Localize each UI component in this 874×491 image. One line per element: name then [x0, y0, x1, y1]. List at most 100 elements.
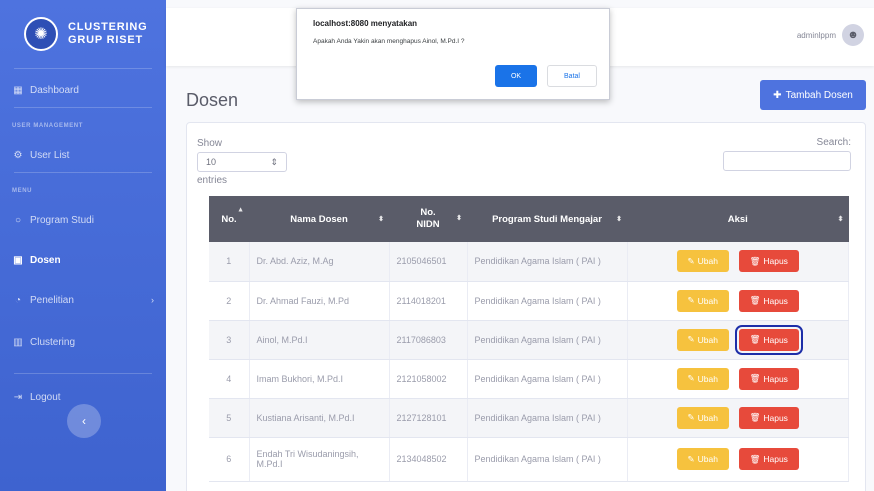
- edit-label: Ubah: [697, 373, 718, 384]
- delete-label: Hapus: [763, 295, 788, 306]
- delete-button-focused[interactable]: 🗑 Hapus: [734, 324, 803, 355]
- trash-icon: 🗑: [749, 255, 761, 266]
- sidebar-item-label: User List: [30, 149, 70, 161]
- cancel-button[interactable]: Batal: [547, 65, 597, 87]
- col-nama[interactable]: Nama Dosen ⬍: [249, 196, 389, 242]
- delete-button[interactable]: 🗑 Hapus: [738, 367, 799, 390]
- sidebar-item-user-list[interactable]: ⚙ User List: [0, 138, 166, 172]
- edit-button[interactable]: ✎ Ubah: [676, 328, 729, 351]
- cell-no: 2: [209, 281, 250, 321]
- delete-button[interactable]: 🗑 Hapus: [738, 448, 799, 470]
- edit-button[interactable]: ✎ Ubah: [676, 289, 729, 312]
- sidebar-item-penelitian[interactable]: ◔ Penelitian ›: [0, 283, 166, 317]
- cell-prodi: Pendidikan Agama Islam ( PAI ): [467, 359, 628, 399]
- cell-prodi: Pendidikan Agama Islam ( PAI ): [467, 281, 628, 321]
- sidebar-item-label: Logout: [30, 391, 61, 403]
- cell-nidn: 2121058002: [389, 359, 468, 399]
- sidebar-item-label: Program Studi: [30, 214, 94, 226]
- sort-icon: ⬍: [837, 216, 844, 223]
- sort-icon: ⬍: [378, 216, 384, 223]
- edit-icon: ✎: [687, 412, 695, 422]
- table-row: 4 Imam Bukhori, M.Pd.I 2121058002 Pendid…: [209, 359, 849, 399]
- add-dosen-button[interactable]: ✚ Tambah Dosen: [760, 80, 866, 110]
- chevron-left-icon: ‹: [82, 414, 86, 428]
- cell-nidn: 2114018201: [389, 281, 468, 321]
- edit-button[interactable]: ✎ Ubah: [676, 367, 729, 390]
- dialog-message: Apakah Anda Yakin akan menghapus Ainol, …: [313, 38, 465, 45]
- cell-nama: Kustiana Arisanti, M.Pd.I: [249, 398, 390, 438]
- col-label: Aksi: [727, 213, 748, 225]
- edit-label: Ubah: [697, 256, 718, 267]
- chart-bar-icon: ▥: [13, 336, 23, 348]
- cell-prodi: Pendidikan Agama Islam ( PAI ): [467, 437, 628, 482]
- sidebar-toggle-button[interactable]: ‹: [67, 404, 101, 438]
- col-nidn[interactable]: No. NIDN ⬍: [389, 196, 467, 242]
- brand-line1: CLUSTERING: [68, 21, 148, 33]
- sidebar-divider: [14, 107, 152, 108]
- table-row: 1 Dr. Abd. Aziz, M.Ag 2105046501 Pendidi…: [209, 242, 849, 282]
- cell-no: 3: [209, 320, 250, 360]
- delete-button[interactable]: 🗑 Hapus: [738, 250, 799, 273]
- cell-nidn: 2117086803: [389, 320, 468, 360]
- dosen-table: No. ▲ Nama Dosen ⬍ No. NIDN ⬍ Program St…: [209, 196, 849, 482]
- trash-icon: 🗑: [749, 373, 761, 383]
- cell-aksi: ✎ Ubah 🗑 Hapus: [627, 437, 849, 482]
- table-row: 2 Dr. Ahmad Fauzi, M.Pd 2114018201 Pendi…: [209, 281, 849, 321]
- delete-button[interactable]: 🗑 Hapus: [738, 289, 799, 312]
- col-prodi[interactable]: Program Studi Mengajar ⬍: [467, 196, 627, 242]
- sort-icon: ⬍: [456, 215, 462, 222]
- cell-no: 4: [209, 359, 250, 399]
- table-row: 5 Kustiana Arisanti, M.Pd.I 2127128101 P…: [209, 398, 849, 438]
- ok-button[interactable]: OK: [495, 65, 537, 87]
- col-no[interactable]: No. ▲: [209, 196, 249, 242]
- edit-button[interactable]: ✎ Ubah: [676, 406, 729, 429]
- add-dosen-label: Tambah Dosen: [785, 89, 853, 101]
- edit-label: Ubah: [697, 454, 718, 464]
- col-aksi[interactable]: Aksi ⬍: [627, 196, 849, 242]
- col-label: No.: [420, 207, 436, 218]
- sidebar-item-program-studi[interactable]: ○ Program Studi: [0, 203, 166, 237]
- trash-icon: 🗑: [749, 334, 761, 344]
- user-dropdown[interactable]: adminlppm ☻: [797, 24, 864, 46]
- confirm-dialog: localhost:8080 menyatakan Apakah Anda Ya…: [296, 8, 610, 100]
- delete-label: Hapus: [763, 454, 788, 464]
- delete-label: Hapus: [763, 412, 788, 423]
- cell-nidn: 2105046501: [389, 242, 468, 282]
- search-control: Search:: [723, 137, 851, 171]
- cell-nidn: 2134048502: [389, 437, 468, 482]
- cell-aksi: ✎ Ubah 🗑 Hapus: [627, 242, 849, 282]
- user-icon: ☻: [847, 29, 859, 41]
- cell-prodi: Pendidikan Agama Islam ( PAI ): [467, 398, 628, 438]
- cell-aksi: ✎ Ubah 🗑 Hapus: [627, 281, 849, 321]
- trash-icon: 🗑: [749, 412, 761, 422]
- sidebar-item-dosen[interactable]: ▣ Dosen: [0, 243, 166, 277]
- dashboard-icon: ▦: [13, 84, 23, 96]
- col-label: No.: [221, 213, 237, 225]
- edit-button[interactable]: ✎ Ubah: [676, 448, 729, 470]
- cell-prodi: Pendidikan Agama Islam ( PAI ): [467, 320, 628, 360]
- sidebar-item-clustering[interactable]: ▥ Clustering: [0, 325, 166, 359]
- cell-no: 1: [209, 242, 250, 282]
- brand[interactable]: ✺ CLUSTERING GRUP RISET: [0, 0, 166, 68]
- gear-icon: ⚙: [13, 149, 23, 161]
- brain-icon: ✺: [24, 17, 58, 51]
- edit-button[interactable]: ✎ Ubah: [676, 250, 729, 273]
- cell-nama: Dr. Ahmad Fauzi, M.Pd: [249, 281, 390, 321]
- sort-arrows-icon: ⇕: [270, 156, 278, 167]
- cell-aksi: ✎ Ubah 🗑 Hapus: [627, 320, 849, 360]
- delete-button[interactable]: 🗑 Hapus: [738, 406, 799, 429]
- sidebar-heading-menu: MENU: [12, 188, 33, 194]
- entries-select[interactable]: 10 ⇕: [197, 152, 287, 172]
- sidebar-heading-user: USER MANAGEMENT: [12, 123, 84, 129]
- chevron-right-icon: ›: [151, 295, 154, 305]
- sidebar-item-dashboard[interactable]: ▦ Dashboard: [0, 73, 166, 107]
- edit-icon: ✎: [687, 453, 695, 464]
- dialog-title: localhost:8080 menyatakan: [313, 19, 418, 28]
- page-title: Dosen: [186, 90, 239, 110]
- search-input[interactable]: [723, 151, 851, 171]
- col-label: Program Studi Mengajar: [492, 213, 602, 225]
- cell-no: 6: [209, 437, 250, 482]
- cell-no: 5: [209, 398, 250, 438]
- cell-nama: Dr. Abd. Aziz, M.Ag: [249, 242, 390, 282]
- entries-value: 10: [206, 156, 217, 167]
